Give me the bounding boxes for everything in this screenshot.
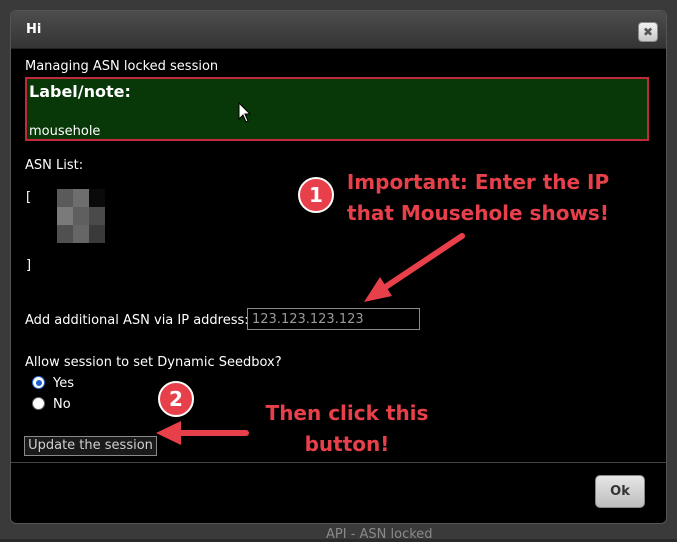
arrow-1 (364, 233, 465, 302)
annotation-note-1: Important: Enter the IP that Mousehole s… (337, 167, 619, 229)
mouse-cursor-icon (238, 101, 252, 123)
arrow-2 (156, 421, 249, 445)
annotation-badge-2: 2 (158, 381, 194, 417)
annotation-note-1-line-1: Important: Enter the IP (346, 170, 610, 194)
annotation-badge-1: 1 (298, 177, 334, 213)
annotation-note-1-line-2: that Mousehole shows! (347, 201, 609, 225)
annotation-note-2: Then click this button! (252, 398, 442, 460)
annotation-note-2-line-2: button! (304, 432, 390, 456)
annotation-note-2-line-1: Then click this (265, 401, 429, 425)
